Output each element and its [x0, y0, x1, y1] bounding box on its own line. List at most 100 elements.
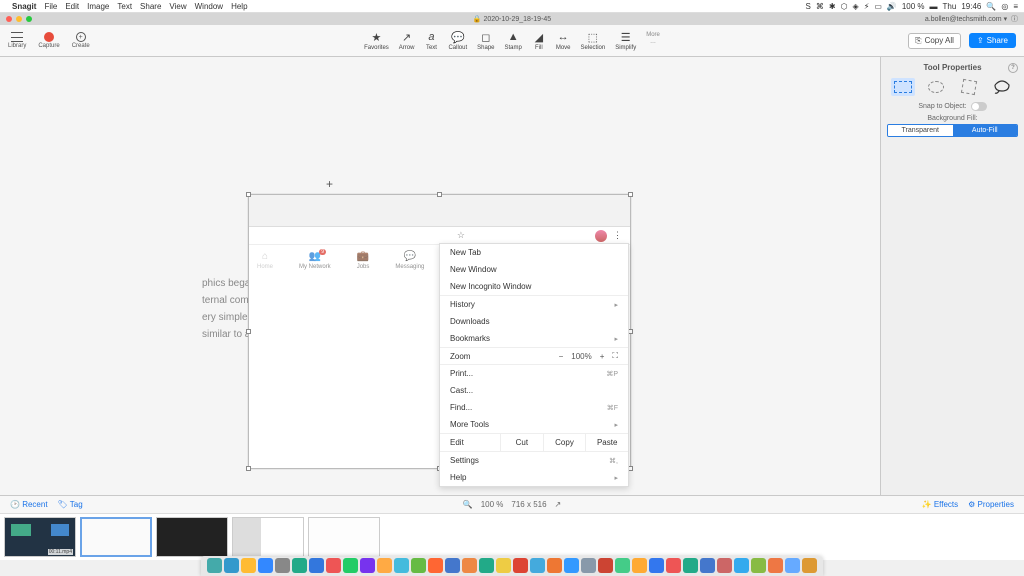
dock-app-icon[interactable] [309, 558, 324, 573]
menu-downloads[interactable]: Downloads [440, 313, 628, 330]
resize-handle[interactable] [437, 192, 442, 197]
resize-handle[interactable] [246, 192, 251, 197]
shape-polygon[interactable] [957, 78, 981, 96]
dock-app-icon[interactable] [700, 558, 715, 573]
dock-app-icon[interactable] [496, 558, 511, 573]
menu-view[interactable]: View [169, 2, 186, 11]
dock-app-icon[interactable] [224, 558, 239, 573]
wifi-icon[interactable]: ⚡︎ [864, 2, 870, 11]
menu-help-sub[interactable]: Help▸ [440, 469, 628, 486]
thumbnail[interactable] [156, 517, 228, 557]
resize-handle[interactable] [628, 192, 633, 197]
account-label[interactable]: a.bollen@techsmith.com ▾ ⓘ [925, 14, 1018, 24]
dock-app-icon[interactable] [360, 558, 375, 573]
menu-more-tools[interactable]: More Tools▸ [440, 416, 628, 433]
effects-button[interactable]: ✨ Effects [922, 500, 959, 509]
menu-new-incognito[interactable]: New Incognito Window [440, 278, 628, 295]
dock-app-icon[interactable] [717, 558, 732, 573]
dock-app-icon[interactable] [530, 558, 545, 573]
dock-app-icon[interactable] [785, 558, 800, 573]
library-button[interactable]: Library [8, 32, 26, 49]
menu-find[interactable]: Find...⌘F [440, 399, 628, 416]
menu-settings[interactable]: Settings⌘, [440, 452, 628, 469]
capture-button[interactable]: Capture [38, 32, 59, 49]
volume-icon[interactable]: 🔊 [887, 2, 897, 11]
dock-app-icon[interactable] [547, 558, 562, 573]
captured-image[interactable]: ☆ ⋮ ⌂Home 👥9My Network 💼Jobs 💬Messaging … [248, 194, 631, 469]
dock-app-icon[interactable] [428, 558, 443, 573]
menu-cut[interactable]: Cut [500, 434, 543, 451]
dock-app-icon[interactable] [649, 558, 664, 573]
thumbnail[interactable] [308, 517, 380, 557]
app-name[interactable]: Snagit [12, 2, 36, 11]
tool-simplify[interactable]: ☰Simplify [615, 30, 636, 51]
clock-time[interactable]: 19:46 [961, 2, 981, 11]
seg-transparent[interactable]: Transparent [888, 125, 953, 136]
resize-handle[interactable] [246, 329, 251, 334]
menu-new-window[interactable]: New Window [440, 261, 628, 278]
share-button[interactable]: ⇪Share [969, 33, 1016, 48]
menu-paste[interactable]: Paste [585, 434, 628, 451]
tool-more[interactable]: More… [646, 32, 660, 45]
notifications-icon[interactable]: ≡ [1013, 2, 1018, 11]
dock-app-icon[interactable] [802, 558, 817, 573]
menu-bookmarks[interactable]: Bookmarks▸ [440, 330, 628, 347]
seg-autofill[interactable]: Auto-Fill [953, 125, 1018, 136]
fullscreen-icon[interactable]: ⛶ [612, 351, 618, 361]
menu-new-tab[interactable]: New Tab [440, 244, 628, 261]
menu-share[interactable]: Share [140, 2, 161, 11]
tool-arrow[interactable]: ↗Arrow [399, 30, 415, 51]
nav-network[interactable]: 👥9My Network [299, 251, 331, 270]
dock-app-icon[interactable] [275, 558, 290, 573]
dock-app-icon[interactable] [377, 558, 392, 573]
thumbnail[interactable] [232, 517, 304, 557]
zoom-in-button[interactable]: + [600, 352, 605, 361]
zoom-icon[interactable]: 🔍 [463, 500, 473, 509]
dock-app-icon[interactable] [326, 558, 341, 573]
dock-app-icon[interactable] [479, 558, 494, 573]
dock-app-icon[interactable] [462, 558, 477, 573]
tool-stamp[interactable]: ▲Stamp [505, 30, 522, 51]
help-icon[interactable]: ? [1008, 63, 1018, 73]
nav-home[interactable]: ⌂Home [257, 251, 273, 270]
bookmark-star-icon[interactable]: ☆ [457, 230, 465, 241]
nav-messaging[interactable]: 💬Messaging [395, 251, 424, 270]
menu-help[interactable]: Help [231, 2, 247, 11]
dock-app-icon[interactable] [751, 558, 766, 573]
snap-toggle[interactable] [971, 102, 987, 111]
close-icon[interactable] [6, 16, 12, 22]
menu-window[interactable]: Window [195, 2, 223, 11]
menu-copy[interactable]: Copy [543, 434, 586, 451]
tool-fill[interactable]: ◢Fill [532, 30, 546, 51]
tool-selection[interactable]: ⬚Selection [581, 30, 606, 51]
menu-cast[interactable]: Cast... [440, 382, 628, 399]
shape-rect[interactable] [891, 78, 915, 96]
dock-app-icon[interactable] [615, 558, 630, 573]
dock-app-icon[interactable] [343, 558, 358, 573]
dock-app-icon[interactable] [666, 558, 681, 573]
menu-file[interactable]: File [44, 2, 57, 11]
dock-app-icon[interactable] [683, 558, 698, 573]
copy-all-button[interactable]: ⎘Copy All [908, 33, 961, 49]
tool-move[interactable]: ↔Move [556, 30, 571, 51]
browser-menu-icon[interactable]: ⋮ [613, 230, 622, 241]
menu-print[interactable]: Print...⌘P [440, 365, 628, 382]
tool-shape[interactable]: ◻︎Shape [477, 30, 494, 51]
dock-app-icon[interactable] [768, 558, 783, 573]
thumbnail[interactable]: 00:11.mp4 [4, 517, 76, 557]
display-icon[interactable]: ▭ [874, 2, 882, 11]
dock-app-icon[interactable] [258, 558, 273, 573]
minimize-icon[interactable] [16, 16, 22, 22]
dock-app-icon[interactable] [598, 558, 613, 573]
recent-button[interactable]: 🕑 Recent [10, 500, 48, 509]
dock-app-icon[interactable] [411, 558, 426, 573]
maximize-icon[interactable] [26, 16, 32, 22]
dock-app-icon[interactable] [394, 558, 409, 573]
tool-favorites[interactable]: ★Favorites [364, 30, 389, 51]
resize-handle[interactable] [246, 466, 251, 471]
canvas[interactable]: phics began to move towards a more abstr… [0, 57, 880, 495]
tool-callout[interactable]: 💬Callout [448, 30, 467, 51]
dock-app-icon[interactable] [241, 558, 256, 573]
dock-app-icon[interactable] [292, 558, 307, 573]
search-icon[interactable]: 🔍 [986, 2, 996, 11]
